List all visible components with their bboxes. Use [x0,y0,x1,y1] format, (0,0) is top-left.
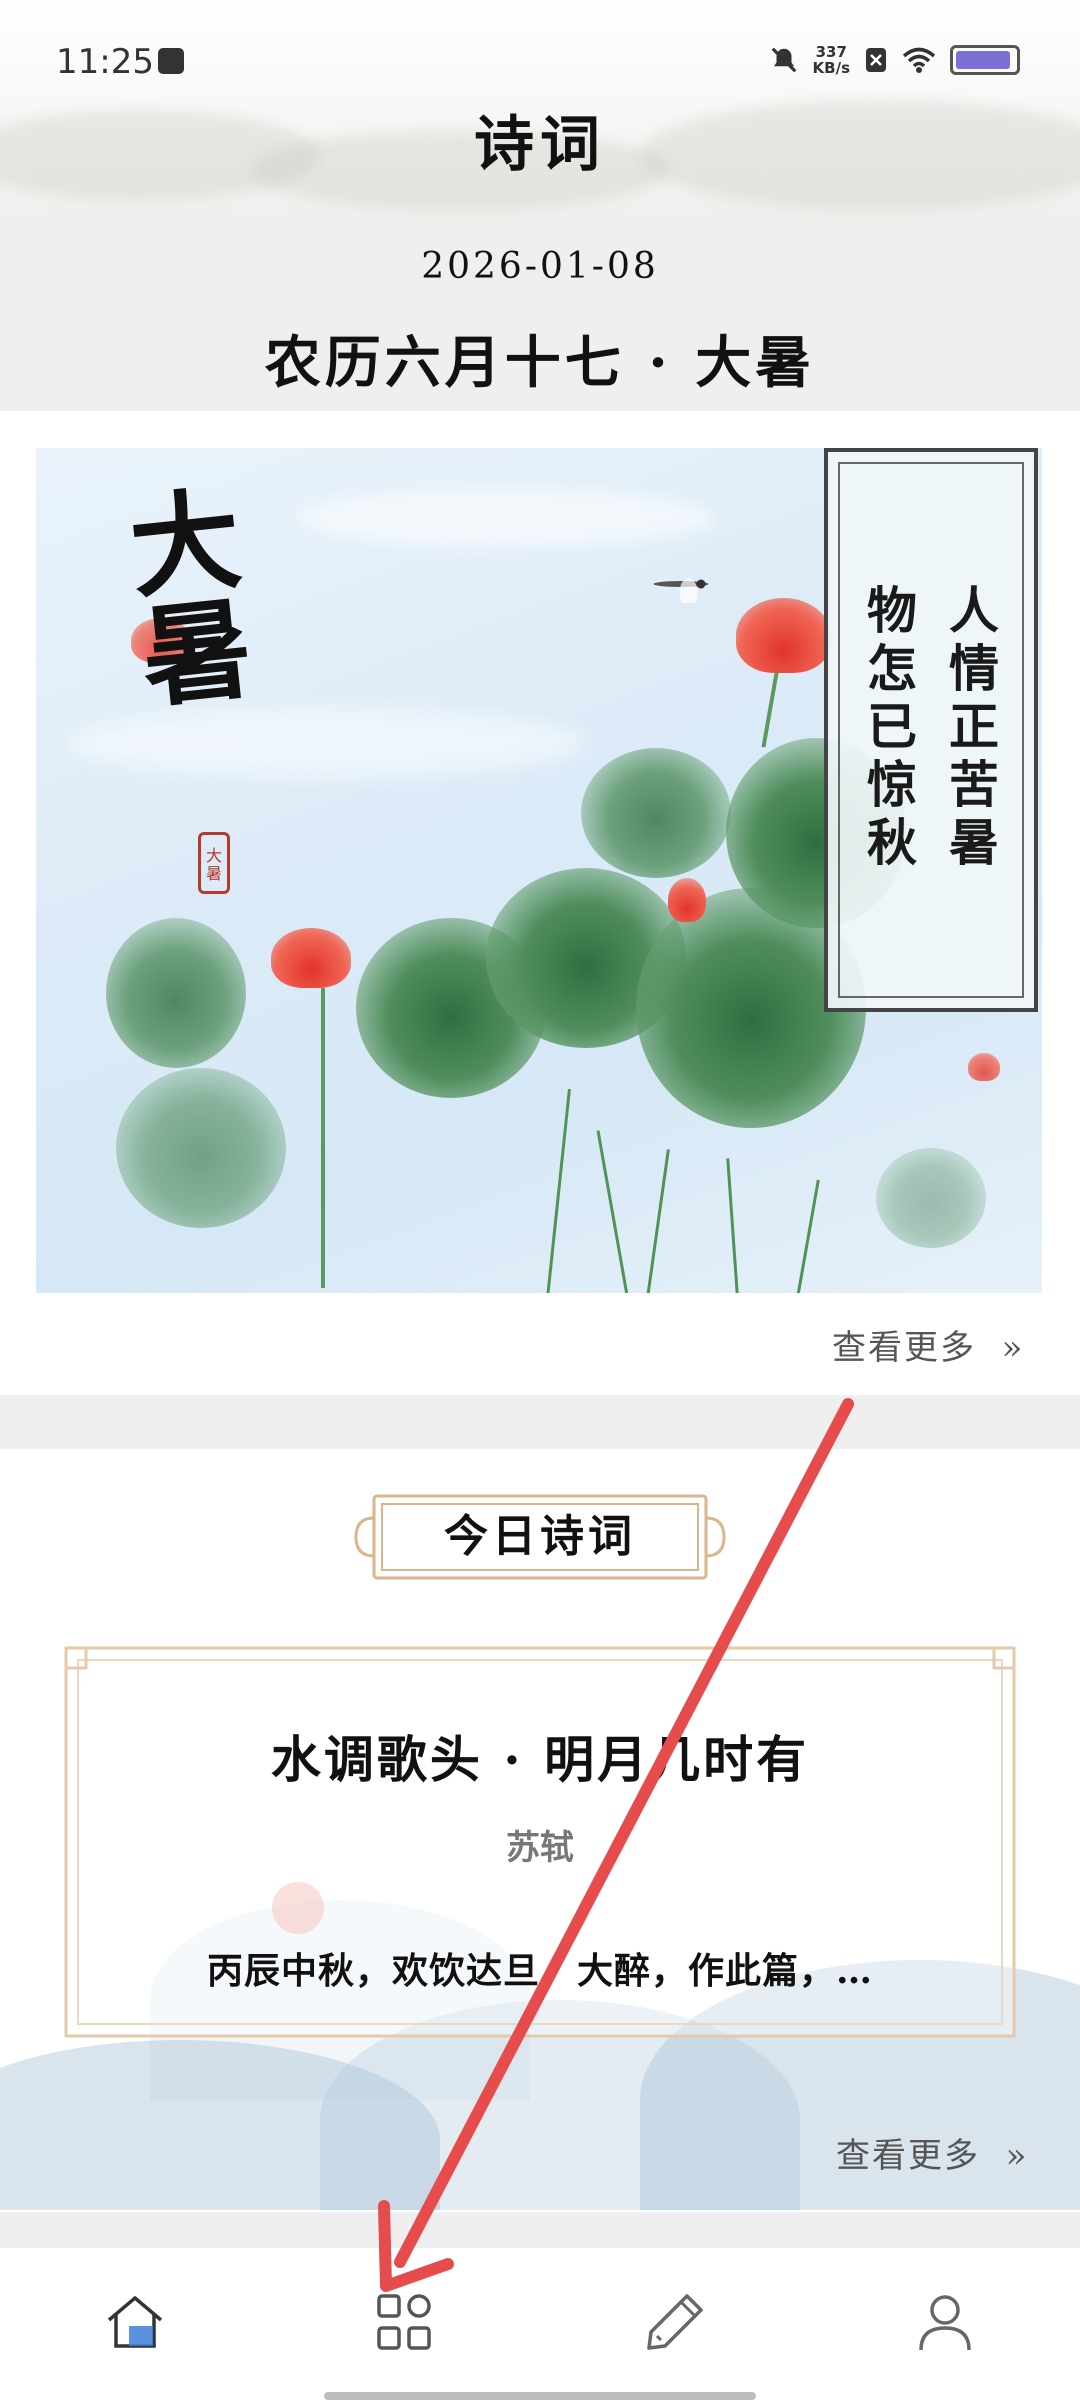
battery-icon [950,45,1020,75]
status-icons: 337 KB/s [769,40,1020,80]
message-icon [158,48,184,74]
network-speed: 337 KB/s [812,43,850,77]
seal-stamp: 大暑 [198,832,230,894]
banner-poem-box: 人情正苦暑 物怎已惊秋 [824,448,1038,1012]
banner-more-label: 查看更多 [832,1328,976,1368]
poem-column-left: 物怎已惊秋 [867,581,917,872]
double-chevron-right-icon: » [992,2136,1029,2176]
double-chevron-right-icon: » [988,1328,1025,1368]
section-divider [0,1395,1080,1449]
section-divider-bottom [0,2212,1080,2248]
poem-more-label: 查看更多 [836,2136,980,2176]
categories-icon[interactable] [373,2290,437,2354]
mute-icon [771,47,796,73]
poem-column-right: 人情正苦暑 [949,581,999,872]
write-icon[interactable] [643,2290,707,2354]
status-time: 11:25 [56,42,154,82]
home-indicator[interactable] [324,2392,756,2400]
solar-term-banner[interactable]: 大暑 大暑 人情正苦暑 物怎已惊秋 [36,448,1042,1293]
dragonfly-icon [653,578,709,603]
gregorian-date: 2026-01-08 [421,246,659,287]
sim-off-icon [866,48,886,72]
calligraphy-dashu: 大暑 [123,473,259,724]
wifi-icon [902,47,936,73]
page-title: 诗词 [474,110,606,180]
poem-author: 苏轼 [506,1828,574,1868]
banner-more-link[interactable]: 查看更多 » [832,1320,1024,1369]
poem-more-link[interactable]: 查看更多 » [836,2128,1028,2177]
lunar-date: 农历六月十七 · 大暑 [264,330,816,396]
profile-icon[interactable] [913,2290,977,2354]
poem-title: 水调歌头 · 明月几时有 [270,1730,810,1789]
poem-excerpt: 丙辰中秋，欢饮达旦，大醉，作此篇，… [206,1950,873,1992]
section-title: 今日诗词 [444,1511,636,1562]
home-icon[interactable] [103,2290,167,2354]
